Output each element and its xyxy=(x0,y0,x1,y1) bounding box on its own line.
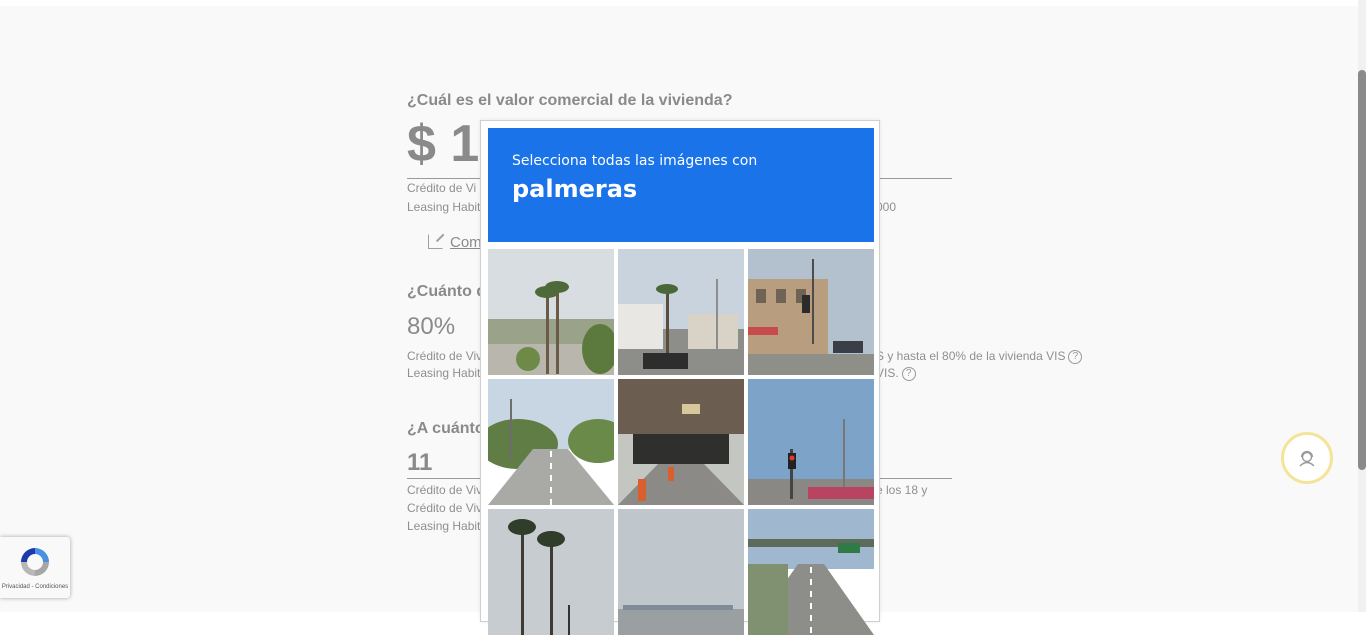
note-credit-2-right-text: S y hasta el 80% de la vivienda VIS xyxy=(876,349,1066,363)
tile-overpass-tunnel[interactable] xyxy=(618,379,744,505)
note-credit-2-right: S y hasta el 80% de la vivienda VIS? xyxy=(876,349,1083,364)
recaptcha-badge[interactable]: Privacidad - Condiciones xyxy=(0,537,70,598)
recaptcha-footer[interactable]: Privacidad - Condiciones xyxy=(0,584,70,590)
note-credit-3-right: e los 18 y xyxy=(876,483,928,497)
note-leasing-3: Leasing Habit xyxy=(407,519,481,533)
note-leasing-2: Leasing Habit xyxy=(407,366,481,380)
tile-palm-intersection[interactable] xyxy=(618,249,744,375)
question-term: ¿A cuánto xyxy=(407,420,485,437)
note-leasing-2-right: VIS.? xyxy=(876,366,916,381)
headset-icon xyxy=(1299,450,1315,467)
support-chat-button[interactable] xyxy=(1281,432,1333,484)
recaptcha-challenge: Selecciona todas las imágenes con palmer… xyxy=(480,120,880,635)
tile-brick-building[interactable] xyxy=(748,249,874,375)
challenge-instruction: Selecciona todas las imágenes con xyxy=(512,153,758,169)
note-leasing-1: Leasing Habit xyxy=(407,200,481,214)
tile-traffic-light-street[interactable] xyxy=(748,379,874,505)
finance-percent-select[interactable]: 80% xyxy=(407,313,455,341)
question-finance-percent: ¿Cuánto d xyxy=(407,283,487,300)
recaptcha-icon xyxy=(21,548,49,576)
note-credit-1: Crédito de Vi xyxy=(407,181,477,195)
note-credit-3b: Crédito de Viv xyxy=(407,501,483,515)
property-value-input[interactable]: $ 1 xyxy=(407,114,479,174)
help-icon[interactable]: ? xyxy=(901,366,916,381)
tile-overcast-road[interactable] xyxy=(618,509,744,635)
tile-highway-overpass[interactable] xyxy=(748,509,874,635)
term-input[interactable]: 11 xyxy=(407,449,432,477)
challenge-target: palmeras xyxy=(512,175,638,203)
tile-palms-street[interactable] xyxy=(488,249,614,375)
note-credit-2: Crédito de Viv xyxy=(407,349,483,363)
help-icon[interactable]: ? xyxy=(1068,349,1083,364)
challenge-header: Selecciona todas las imágenes con palmer… xyxy=(488,128,874,242)
tile-tree-highway[interactable] xyxy=(488,379,614,505)
scrollbar-thumb[interactable] xyxy=(1358,70,1366,470)
compare-link[interactable]: Com xyxy=(450,234,482,251)
note-credit-3a: Crédito de Viv xyxy=(407,483,483,497)
tile-tall-palms[interactable] xyxy=(488,509,614,635)
question-property-value: ¿Cuál es el valor comercial de la vivien… xyxy=(407,92,733,109)
